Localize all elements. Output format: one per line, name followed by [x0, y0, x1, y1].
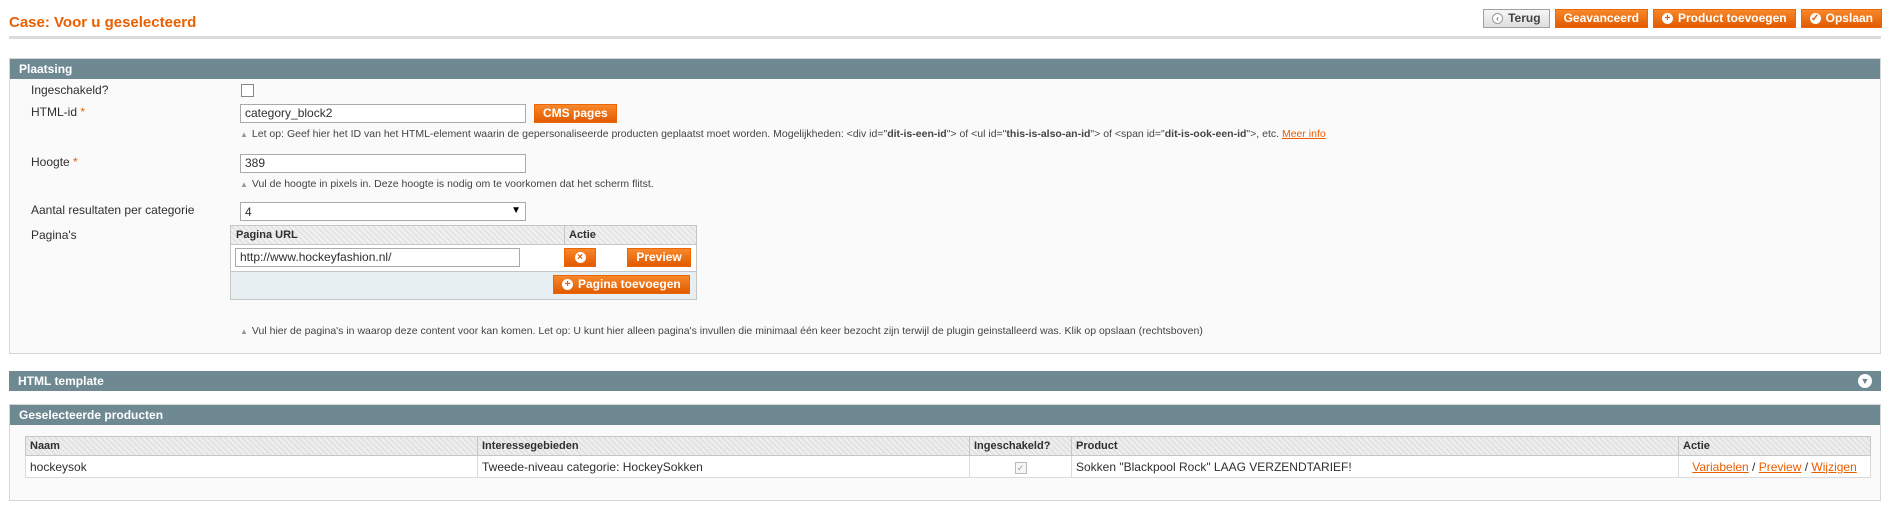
header-divider	[9, 36, 1881, 39]
pages-grid-header: Pagina URL Actie	[231, 226, 696, 245]
page-title: Case: Voor u geselecteerd	[9, 14, 197, 31]
products-table: Naam Interessegebieden Ingeschakeld? Pro…	[25, 436, 1871, 478]
height-note: ▲ Vul de hoogte in pixels in. Deze hoogte…	[240, 178, 654, 190]
add-page-button[interactable]: + Pagina toevoegen	[553, 275, 690, 294]
pages-col-url: Pagina URL	[236, 229, 298, 241]
advanced-button-label: Geavanceerd	[1563, 11, 1639, 25]
arrow-left-icon: ‹	[1492, 13, 1504, 24]
html-id-note: ▲ Let op: Geef hier het ID van het HTML-e…	[240, 128, 1326, 140]
height-label: Hoogte *	[31, 155, 78, 169]
results-label: Aantal resultaten per categorie	[31, 203, 195, 217]
save-button[interactable]: ✓ Opslaan	[1800, 9, 1882, 28]
products-section-title: Geselecteerde producten	[10, 405, 1880, 425]
products-section: Geselecteerde producten Naam Interessege…	[9, 404, 1881, 501]
preview-page-button[interactable]: Preview	[627, 248, 691, 267]
col-product: Product	[1071, 436, 1679, 456]
back-button-label: Terug	[1508, 11, 1541, 25]
enabled-checkbox[interactable]	[241, 84, 254, 97]
results-select-value: 4	[245, 205, 252, 219]
col-name: Naam	[25, 436, 478, 456]
delete-page-button[interactable]: ×	[564, 248, 596, 267]
height-field[interactable]: 389	[240, 154, 526, 173]
product-title: Sokken "Blackpool Rock" LAAG VERZENDTARI…	[1071, 455, 1679, 478]
chevron-down-icon[interactable]: ▼	[1858, 374, 1872, 388]
placement-section-title: Plaatsing	[10, 59, 1880, 79]
pages-note: ▲ Vul hier de pagina's in waarop deze con…	[240, 325, 1203, 337]
cms-pages-button[interactable]: CMS pages	[534, 104, 617, 123]
triangle-icon: ▲	[240, 180, 248, 189]
pages-col-action: Actie	[564, 226, 596, 244]
enabled-label: Ingeschakeld?	[31, 83, 109, 97]
html-id-label: HTML-id *	[31, 105, 86, 119]
table-header-row: Naam Interessegebieden Ingeschakeld? Pro…	[25, 436, 1871, 456]
col-enabled: Ingeschakeld?	[969, 436, 1072, 456]
more-info-link[interactable]: Meer info	[1282, 128, 1326, 140]
delete-icon: ×	[574, 252, 586, 263]
html-id-field[interactable]: category_block2	[240, 104, 526, 123]
page-row: http://www.hockeyfashion.nl/ × Preview	[231, 245, 696, 272]
product-interests: Tweede-niveau categorie: HockeySokken	[477, 455, 970, 478]
advanced-button[interactable]: Geavanceerd	[1554, 9, 1648, 28]
back-button[interactable]: ‹ Terug	[1483, 9, 1550, 28]
product-actions: Variabelen / Preview / Wijzigen	[1678, 455, 1871, 478]
triangle-icon: ▲	[240, 130, 248, 139]
plus-icon: +	[562, 279, 573, 290]
template-section[interactable]: HTML template ▼	[9, 371, 1881, 391]
check-icon: ✓	[1809, 13, 1821, 24]
col-action: Actie	[1678, 436, 1871, 456]
variables-link[interactable]: Variabelen	[1692, 460, 1748, 474]
template-section-title: HTML template	[9, 371, 1881, 391]
add-product-button-label: Product toevoegen	[1677, 11, 1787, 25]
dropdown-arrow-icon: ▼	[511, 205, 521, 216]
pages-label: Pagina's	[31, 228, 77, 242]
product-name: hockeysok	[25, 455, 478, 478]
add-page-button-label: Pagina toevoegen	[578, 277, 681, 291]
page-url-field[interactable]: http://www.hockeyfashion.nl/	[235, 248, 520, 267]
enabled-check-icon: ✓	[1014, 461, 1027, 474]
pages-grid: Pagina URL Actie http://www.hockeyfashio…	[230, 225, 697, 300]
triangle-icon: ▲	[240, 327, 248, 336]
col-interests: Interessegebieden	[477, 436, 970, 456]
save-button-label: Opslaan	[1825, 11, 1873, 25]
results-select[interactable]: 4 ▼	[240, 202, 526, 221]
placement-section: Plaatsing Ingeschakeld? HTML-id * catego…	[9, 58, 1881, 354]
table-row: hockeysok Tweede-niveau categorie: Hocke…	[25, 455, 1871, 478]
product-enabled-cell: ✓	[969, 455, 1072, 478]
toolbar: ‹ Terug Geavanceerd + Product toevoegen …	[1483, 9, 1882, 28]
plus-icon: +	[1661, 13, 1673, 24]
add-product-button[interactable]: + Product toevoegen	[1652, 9, 1796, 28]
preview-link[interactable]: Preview	[1759, 460, 1802, 474]
edit-link[interactable]: Wijzigen	[1811, 460, 1856, 474]
